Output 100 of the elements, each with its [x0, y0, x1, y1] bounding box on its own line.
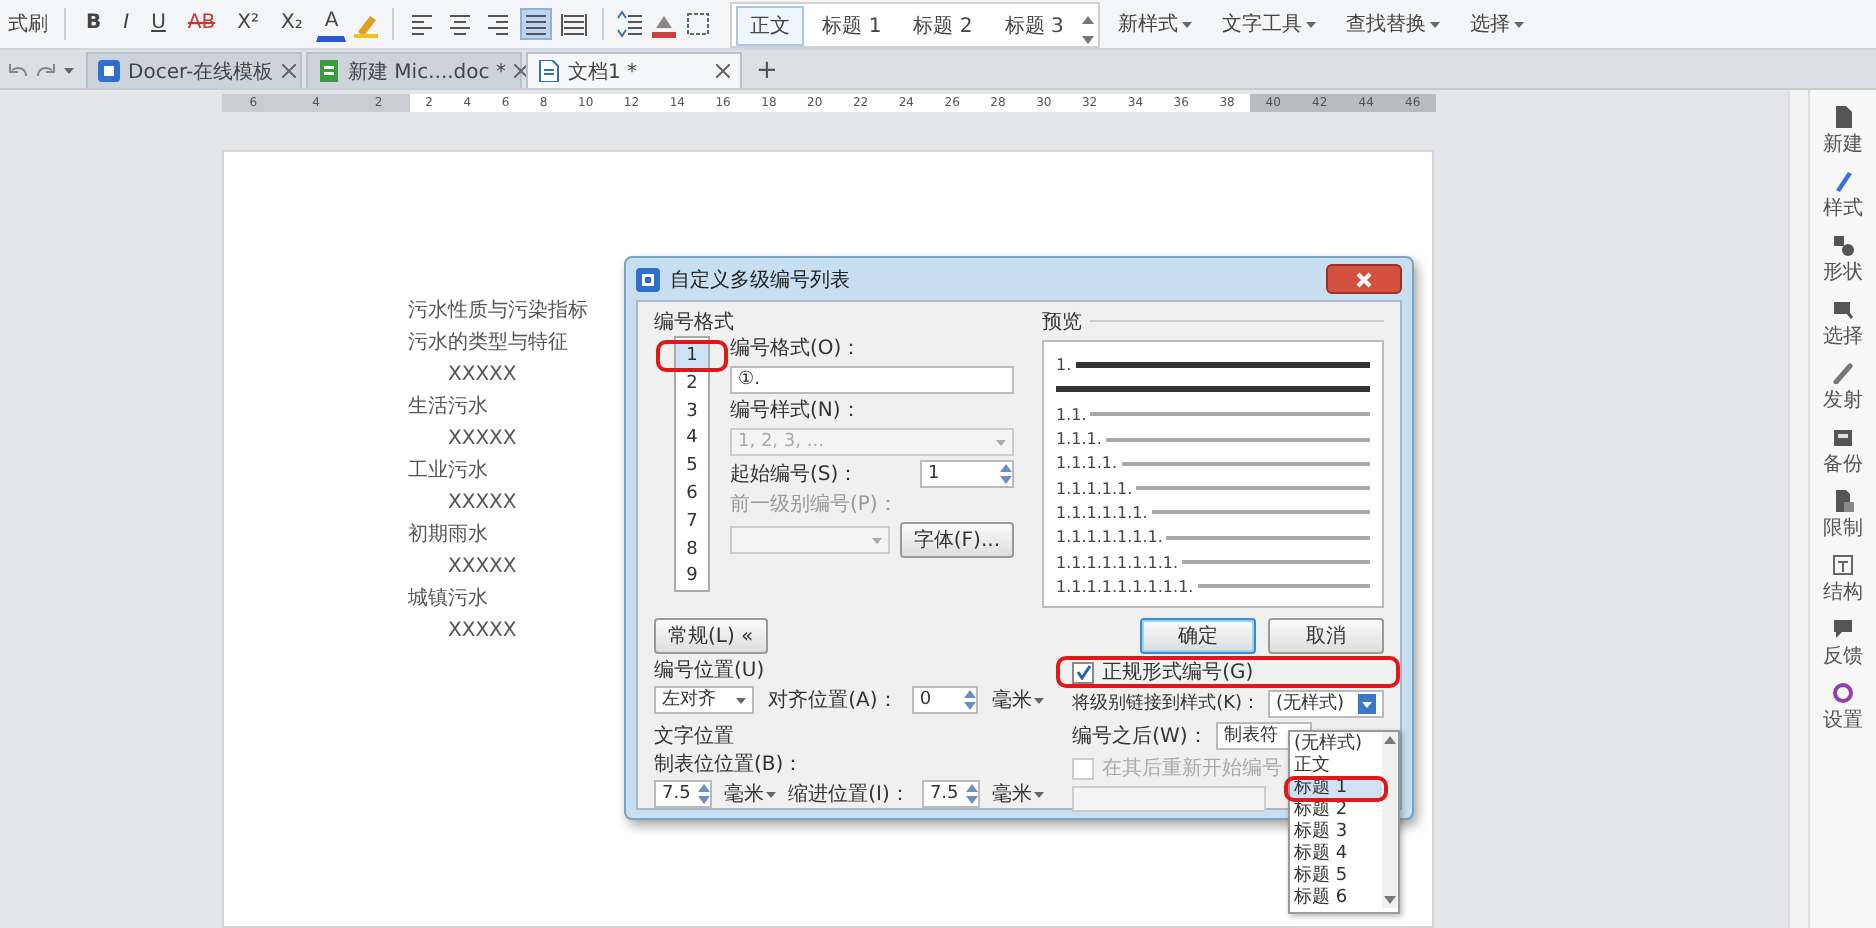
ok-button[interactable]: 确定	[1140, 618, 1256, 654]
level-item[interactable]: 3	[676, 397, 708, 425]
toolbar-menu[interactable]: 选择	[1457, 10, 1536, 38]
document-icon	[1832, 106, 1854, 128]
unit-dropdown[interactable]: 毫米	[992, 686, 1045, 714]
unit-dropdown[interactable]: 毫米	[724, 780, 777, 808]
field-label: 编号之后(W)：	[1072, 723, 1208, 749]
group-label: 编号位置(U)	[654, 658, 767, 684]
align-button[interactable]	[558, 8, 591, 40]
dropdown-option[interactable]: 标题 6	[1290, 888, 1382, 910]
spin-arrows-icon[interactable]	[963, 690, 976, 710]
dropdown-option[interactable]: 标题 5	[1290, 866, 1382, 888]
close-button[interactable]	[1326, 264, 1402, 294]
level-item[interactable]: 9	[676, 562, 708, 591]
toolbar-menu[interactable]: 新样式	[1105, 10, 1204, 38]
level-item[interactable]: 4	[676, 424, 708, 453]
dropdown-option[interactable]: 正文	[1290, 756, 1382, 778]
menu-label: 新样式	[1117, 11, 1178, 38]
undo-arrow-icon[interactable]	[8, 62, 28, 78]
number-format-field[interactable]: ①.	[730, 366, 1014, 394]
scrollbar-icon[interactable]	[1382, 732, 1398, 908]
sidebar-button[interactable]: 限制	[1823, 490, 1863, 542]
unit-dropdown[interactable]: 毫米	[992, 780, 1045, 808]
level-item[interactable]: 5	[676, 452, 708, 480]
sidebar-button[interactable]: 发射	[1823, 362, 1863, 414]
sidebar-button[interactable]: 样式	[1823, 170, 1863, 222]
cursor-icon	[1832, 298, 1854, 320]
style-item[interactable]: 标题 1	[808, 5, 896, 45]
document-icon	[538, 60, 560, 82]
document-text: 工业污水	[408, 457, 488, 486]
document-text: 污水性质与污染指标	[408, 297, 588, 326]
dropdown-option[interactable]: 标题 3	[1290, 822, 1382, 844]
checkbox[interactable]	[1072, 661, 1095, 683]
format-painter-label[interactable]: 式刷	[4, 10, 52, 38]
spin-arrows-icon[interactable]	[1000, 464, 1012, 484]
document-tab[interactable]: 新建 Mic....doc *	[306, 52, 522, 88]
style-item[interactable]: 标题 3	[990, 5, 1078, 45]
document-tab[interactable]: 文档1 *	[526, 52, 742, 88]
sidebar-button[interactable]: 新建	[1823, 106, 1863, 158]
gallery-scroll-icon[interactable]	[1081, 13, 1094, 45]
line-spacing-icon[interactable]	[616, 10, 645, 38]
caret-icon	[736, 697, 746, 703]
close-icon	[1356, 271, 1372, 287]
number-spinner[interactable]: 7.5	[654, 780, 712, 808]
dropdown-option[interactable]: 标题 4	[1290, 844, 1382, 866]
caret-icon	[1034, 697, 1045, 703]
redo-arrow-icon[interactable]	[36, 62, 56, 78]
shapes-icon	[1832, 234, 1854, 256]
document-text: XXXXX	[446, 426, 517, 454]
document-text: XXXXX	[446, 618, 517, 646]
sidebar-button[interactable]: 备份	[1823, 426, 1863, 478]
spin-arrows-icon[interactable]	[965, 784, 978, 804]
cancel-button[interactable]: 取消	[1268, 618, 1384, 654]
sidebar-button[interactable]: 结构	[1823, 554, 1863, 606]
level-item[interactable]: 2	[676, 369, 708, 398]
align-distribute-icon	[560, 10, 589, 38]
level-item[interactable]: 7	[676, 507, 708, 536]
scrollbar[interactable]	[1788, 90, 1808, 928]
checkbox-label: 在其后重新开始编号	[1102, 755, 1283, 782]
document-tab[interactable]: Docer-在线模板	[86, 52, 302, 88]
caret-icon	[1429, 21, 1440, 27]
close-icon[interactable]	[513, 64, 528, 78]
style-item[interactable]: 标题 2	[899, 5, 987, 45]
start-number-spinner[interactable]: 1	[920, 460, 1014, 488]
field-label: 起始编号(S)：	[730, 461, 859, 487]
sidebar-button[interactable]: 反馈	[1823, 618, 1863, 670]
number-spinner[interactable]: 7.5	[921, 780, 980, 808]
format-button[interactable]: A	[316, 6, 347, 42]
style-item[interactable]: 正文	[736, 5, 805, 45]
restart-level-field[interactable]	[1072, 786, 1267, 812]
close-icon[interactable]	[716, 64, 730, 78]
toolbar-menu[interactable]: 查找替换	[1333, 10, 1452, 38]
toolbar-menu[interactable]: 文字工具	[1209, 10, 1328, 38]
close-icon[interactable]	[281, 64, 296, 78]
level-item[interactable]: 6	[676, 479, 708, 508]
format-button[interactable]: U	[143, 8, 174, 40]
border-icon[interactable]	[684, 10, 713, 38]
number-spinner[interactable]: 0	[911, 686, 978, 714]
format-button[interactable]: B	[78, 8, 110, 40]
preview-number: 1.1.	[1056, 405, 1087, 424]
document-text: 污水的类型与特征	[408, 329, 568, 358]
alignment-select[interactable]: 左对齐	[654, 686, 754, 714]
caret-icon	[996, 439, 1006, 445]
format-button[interactable]: AB	[179, 8, 224, 40]
format-button[interactable]: X₂	[272, 8, 311, 40]
sidebar-button[interactable]: 设置	[1823, 682, 1863, 734]
level-item[interactable]: 8	[676, 535, 708, 563]
field-label: 缩进位置(I)：	[788, 781, 910, 807]
new-tab-button[interactable]: +	[746, 56, 788, 88]
align-button[interactable]	[520, 8, 553, 40]
link-style-select[interactable]: (无样式)	[1268, 690, 1384, 718]
font-button[interactable]: 字体(F)...	[899, 522, 1014, 558]
general-button[interactable]: 常规(L) «	[654, 618, 768, 654]
format-button[interactable]: I	[115, 8, 138, 40]
sidebar-button[interactable]: 形状	[1823, 234, 1863, 286]
format-button[interactable]: X²	[229, 8, 267, 40]
spin-arrows-icon[interactable]	[698, 784, 710, 804]
sidebar-button[interactable]: 选择	[1823, 298, 1863, 350]
field-label: 前一级别编号(P)：	[730, 492, 900, 518]
caret-icon	[872, 537, 882, 543]
